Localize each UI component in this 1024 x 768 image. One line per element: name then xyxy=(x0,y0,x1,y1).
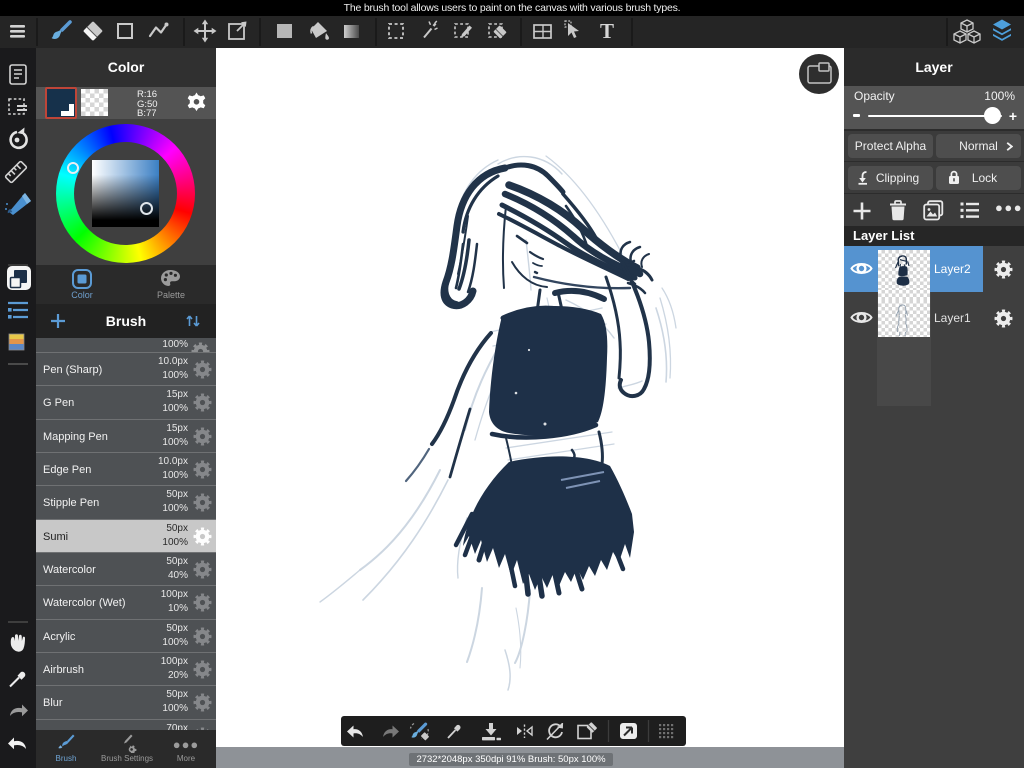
svg-text:T: T xyxy=(600,19,614,43)
